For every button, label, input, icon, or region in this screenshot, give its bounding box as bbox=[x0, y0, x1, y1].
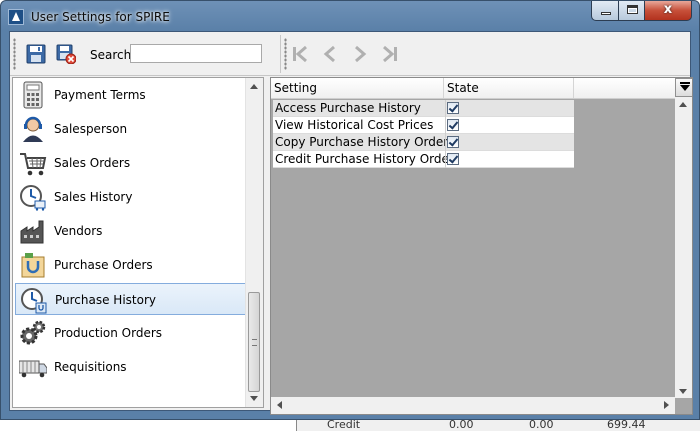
state-checkbox[interactable] bbox=[447, 119, 459, 131]
sidebar-item-label: Payment Terms bbox=[54, 88, 146, 102]
sidebar-item-production-orders[interactable]: Production Orders bbox=[15, 317, 248, 349]
table-row[interactable]: View Historical Cost Prices bbox=[273, 117, 574, 134]
settings-category-list[interactable]: Payment Terms Salesperson Sales Orders S… bbox=[12, 77, 264, 408]
sidebar-item-payment-terms[interactable]: Payment Terms bbox=[15, 79, 248, 111]
window-title: User Settings for SPIRE bbox=[31, 10, 170, 24]
gears-icon bbox=[20, 320, 46, 345]
title-bar[interactable]: User Settings for SPIRE x bbox=[1, 1, 699, 31]
sidebar-item-label: Purchase History bbox=[55, 293, 156, 307]
sidebar-item-label: Vendors bbox=[54, 224, 103, 238]
minimize-button[interactable] bbox=[591, 1, 619, 21]
sidebar-item-purchase-history[interactable]: Purchase History bbox=[15, 283, 248, 315]
scroll-up-arrow-icon[interactable] bbox=[679, 102, 687, 107]
user-settings-window: User Settings for SPIRE x Search Payment… bbox=[0, 0, 700, 420]
sidebar-item-vendors[interactable]: Vendors bbox=[15, 215, 248, 247]
scrollbar-thumb[interactable] bbox=[248, 292, 260, 392]
settings-grid[interactable]: Setting State Access Purchase History Vi… bbox=[270, 77, 693, 415]
grid-vertical-scrollbar[interactable] bbox=[675, 98, 692, 398]
shopping-cart-icon bbox=[20, 153, 47, 176]
state-checkbox[interactable] bbox=[447, 136, 459, 148]
sidebar-item-sales-history[interactable]: Sales History bbox=[15, 181, 248, 213]
close-icon: x bbox=[663, 2, 673, 17]
search-label: Search bbox=[90, 48, 132, 62]
maximize-icon bbox=[627, 5, 638, 14]
window-client-area: Search Payment Terms Salesperson Sales O… bbox=[9, 31, 693, 415]
app-icon[interactable] bbox=[8, 9, 24, 25]
sidebar-item-label: Salesperson bbox=[54, 122, 128, 136]
search-input[interactable] bbox=[130, 44, 262, 63]
scroll-left-arrow-icon[interactable] bbox=[277, 401, 282, 409]
state-checkbox[interactable] bbox=[447, 153, 459, 165]
sidebar-item-label: Sales History bbox=[54, 190, 133, 204]
scroll-right-arrow-icon[interactable] bbox=[664, 401, 669, 409]
headset-person-icon bbox=[23, 116, 43, 142]
previous-record-icon[interactable] bbox=[320, 44, 340, 64]
sidebar-item-label: Requisitions bbox=[54, 360, 127, 374]
category-list-scrollbar[interactable] bbox=[245, 78, 263, 407]
minimize-icon bbox=[601, 12, 611, 15]
setting-cell: Access Purchase History bbox=[275, 101, 421, 115]
table-row[interactable]: Access Purchase History bbox=[273, 100, 574, 117]
state-checkbox[interactable] bbox=[447, 102, 459, 114]
clock-bag-icon bbox=[21, 288, 47, 314]
grid-header: Setting State bbox=[271, 78, 692, 99]
sidebar-item-purchase-orders[interactable]: Purchase Orders bbox=[15, 249, 248, 281]
save-icon[interactable] bbox=[26, 44, 46, 64]
scroll-up-arrow-icon[interactable] bbox=[250, 84, 258, 89]
sidebar-item-salesperson[interactable]: Salesperson bbox=[15, 113, 248, 145]
dropdown-arrow-icon bbox=[680, 85, 690, 91]
table-row[interactable]: Copy Purchase History Order bbox=[273, 134, 574, 151]
navigation-toolbar-grip[interactable] bbox=[284, 38, 287, 70]
toolbar-grip[interactable] bbox=[13, 38, 16, 70]
grid-horizontal-scrollbar[interactable] bbox=[271, 397, 675, 414]
sidebar-item-sales-orders[interactable]: Sales Orders bbox=[15, 147, 248, 179]
discard-changes-icon[interactable] bbox=[56, 44, 76, 64]
next-record-icon[interactable] bbox=[350, 44, 370, 64]
first-record-icon[interactable] bbox=[290, 44, 310, 64]
toolbar-separator bbox=[280, 35, 281, 73]
column-chooser-button[interactable] bbox=[675, 78, 692, 97]
column-header-setting[interactable]: Setting bbox=[271, 78, 444, 98]
calculator-icon bbox=[23, 81, 43, 109]
maximize-button[interactable] bbox=[618, 1, 645, 21]
truck-icon bbox=[19, 360, 47, 378]
table-row[interactable]: Credit Purchase History Order bbox=[273, 151, 574, 168]
purchase-bag-icon bbox=[21, 253, 45, 278]
setting-cell: View Historical Cost Prices bbox=[275, 118, 434, 132]
sidebar-item-label: Sales Orders bbox=[54, 156, 131, 170]
clock-cart-icon bbox=[20, 185, 46, 211]
sidebar-item-label: Production Orders bbox=[54, 326, 163, 340]
toolbar: Search bbox=[10, 32, 690, 76]
close-button[interactable]: x bbox=[644, 1, 692, 21]
setting-cell: Credit Purchase History Order bbox=[275, 152, 454, 166]
sidebar-item-label: Purchase Orders bbox=[54, 258, 153, 272]
grip-icon bbox=[252, 339, 257, 346]
scroll-down-arrow-icon[interactable] bbox=[679, 389, 687, 394]
last-record-icon[interactable] bbox=[380, 44, 400, 64]
factory-icon bbox=[20, 220, 44, 244]
setting-cell: Copy Purchase History Order bbox=[275, 135, 449, 149]
scroll-down-arrow-icon[interactable] bbox=[250, 396, 258, 401]
column-header-state[interactable]: State bbox=[444, 78, 574, 98]
sidebar-item-requisitions[interactable]: Requisitions bbox=[15, 351, 248, 383]
